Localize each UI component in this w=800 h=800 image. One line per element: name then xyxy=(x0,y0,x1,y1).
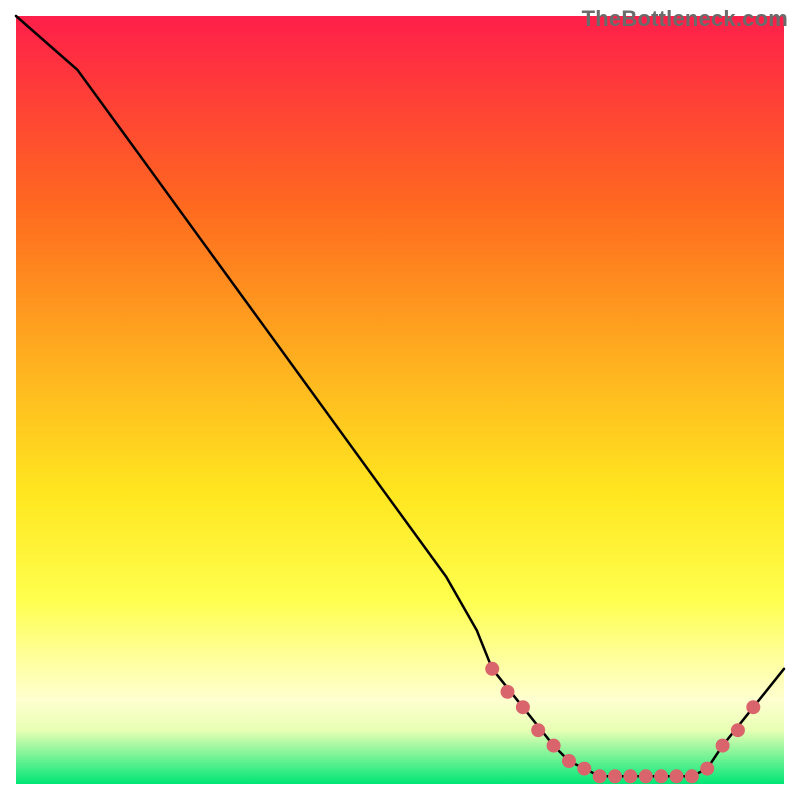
bottleneck-dot xyxy=(623,769,637,783)
bottleneck-dot xyxy=(731,723,745,737)
plot-background xyxy=(16,16,784,784)
bottleneck-dot xyxy=(531,723,545,737)
bottleneck-dot xyxy=(608,769,622,783)
bottleneck-dot xyxy=(593,769,607,783)
bottleneck-dot xyxy=(485,662,499,676)
bottleneck-dot xyxy=(516,700,530,714)
bottleneck-dot xyxy=(501,685,515,699)
chart-stage: TheBottleneck.com xyxy=(0,0,800,800)
bottleneck-dot xyxy=(700,762,714,776)
watermark-text: TheBottleneck.com xyxy=(582,6,788,32)
chart-svg xyxy=(0,0,800,800)
bottleneck-dot xyxy=(746,700,760,714)
bottleneck-dot xyxy=(670,769,684,783)
bottleneck-dot xyxy=(577,762,591,776)
bottleneck-dot xyxy=(654,769,668,783)
bottleneck-dot xyxy=(716,739,730,753)
bottleneck-dot xyxy=(562,754,576,768)
bottleneck-dot xyxy=(547,739,561,753)
bottleneck-dot xyxy=(685,769,699,783)
bottleneck-dot xyxy=(639,769,653,783)
